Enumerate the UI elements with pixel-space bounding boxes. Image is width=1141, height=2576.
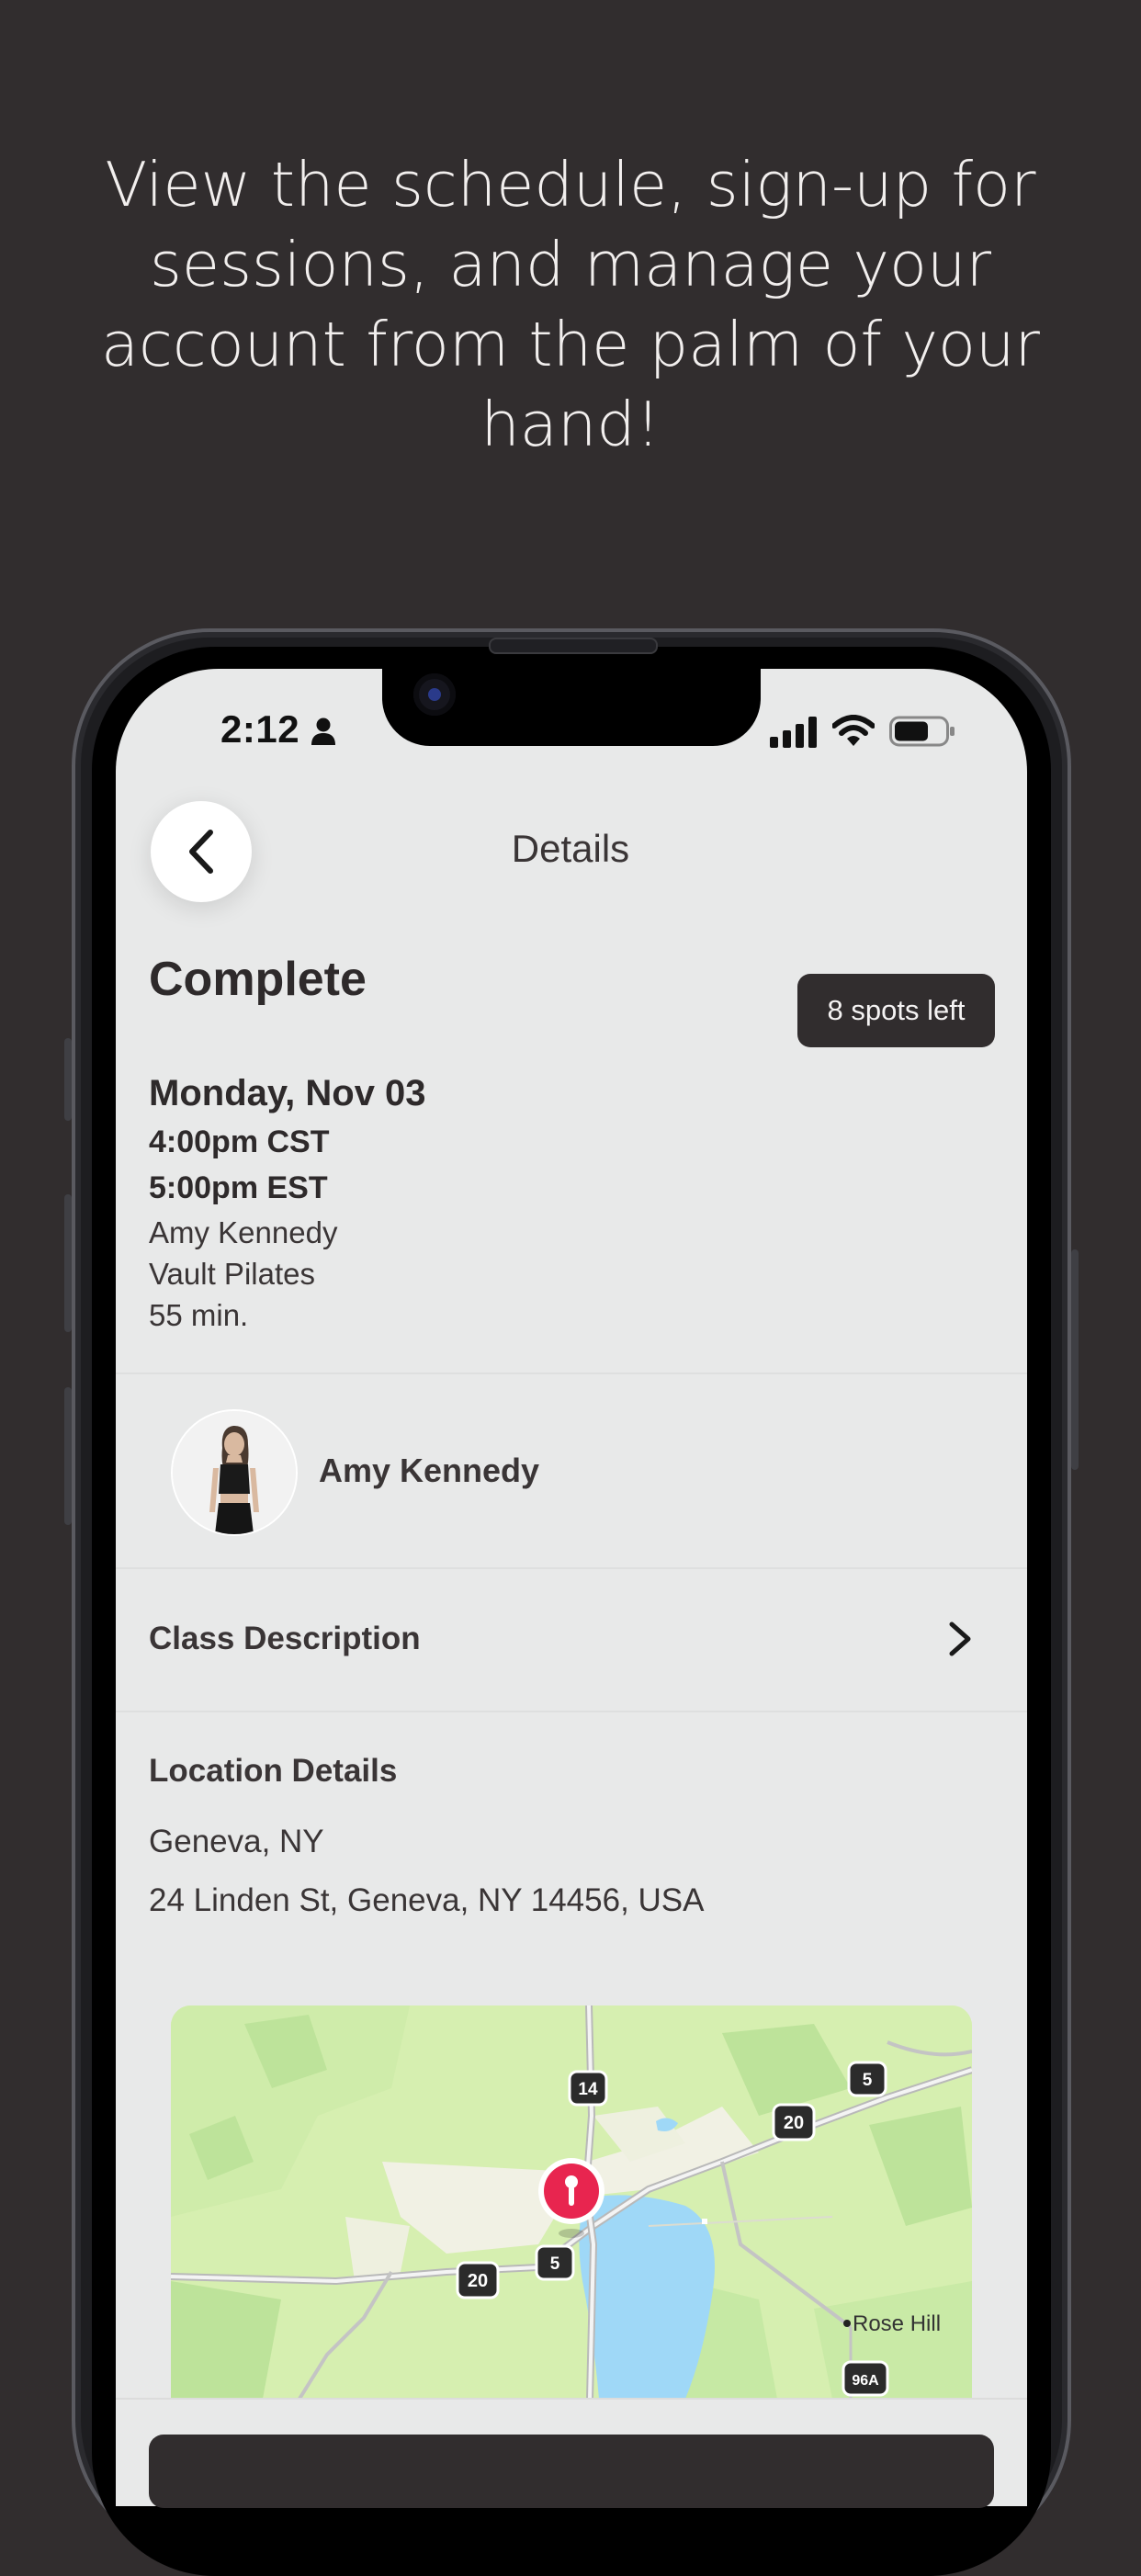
cellular-signal-icon xyxy=(770,717,817,748)
map-place-label: Rose Hill xyxy=(853,2311,941,2336)
class-studio: Vault Pilates xyxy=(149,1257,315,1291)
phone-side-button xyxy=(1071,1249,1079,1470)
spots-left-badge: 8 spots left xyxy=(797,974,995,1047)
status-time: 2:12 xyxy=(220,707,300,751)
class-instructor: Amy Kennedy xyxy=(149,1215,338,1249)
front-camera xyxy=(413,673,456,716)
class-time-cst: 4:00pm CST xyxy=(149,1124,330,1159)
shield-label: 5 xyxy=(550,2254,560,2274)
shield-label: 14 xyxy=(578,2080,598,2099)
map-graphic: Rose Hill 14 5 20 20 5 96A xyxy=(171,2005,972,2399)
phone-side-button xyxy=(64,1038,72,1121)
divider xyxy=(116,1711,1027,1712)
class-date: Monday, Nov 03 xyxy=(149,1073,426,1113)
shield-label: 5 xyxy=(863,2071,873,2090)
phone-side-button xyxy=(64,1387,72,1525)
battery-icon xyxy=(889,716,955,747)
shield-label: 20 xyxy=(784,2113,804,2133)
location-heading: Location Details xyxy=(149,1753,398,1789)
class-time-est: 5:00pm EST xyxy=(149,1170,328,1205)
shield-label: 96A xyxy=(852,2373,879,2389)
phone-side-button xyxy=(64,1194,72,1332)
route-shield-icon: 5 xyxy=(535,2244,575,2281)
class-status: Complete xyxy=(149,953,367,1006)
primary-action-button[interactable] xyxy=(149,2435,994,2508)
instructor-avatar[interactable] xyxy=(171,1409,298,1536)
instructor-photo xyxy=(173,1411,296,1534)
route-shield-icon: 20 xyxy=(456,2261,500,2299)
promo-headline: View the schedule, sign-up for sessions,… xyxy=(101,149,1040,460)
divider xyxy=(116,1567,1027,1569)
shield-label: 20 xyxy=(468,2271,488,2291)
phone-speaker xyxy=(489,638,658,654)
route-shield-icon: 14 xyxy=(568,2070,608,2107)
chevron-right-icon xyxy=(949,1621,971,1656)
route-shield-icon: 20 xyxy=(772,2103,816,2141)
class-description-row[interactable]: Class Description xyxy=(116,1571,1027,1711)
class-description-label: Class Description xyxy=(149,1621,421,1656)
location-city: Geneva, NY xyxy=(149,1824,324,1859)
divider xyxy=(116,1373,1027,1374)
location-address: 24 Linden St, Geneva, NY 14456, USA xyxy=(149,1882,705,1918)
person-icon xyxy=(311,717,335,745)
wifi-icon xyxy=(832,715,875,746)
location-map[interactable]: Rose Hill 14 5 20 20 5 96A xyxy=(171,2005,972,2399)
page-title: Details xyxy=(511,827,630,870)
instructor-name[interactable]: Amy Kennedy xyxy=(319,1452,539,1490)
route-shield-icon: 5 xyxy=(847,2061,887,2097)
class-duration: 55 min. xyxy=(149,1298,249,1332)
route-shield-icon: 96A xyxy=(842,2360,889,2397)
